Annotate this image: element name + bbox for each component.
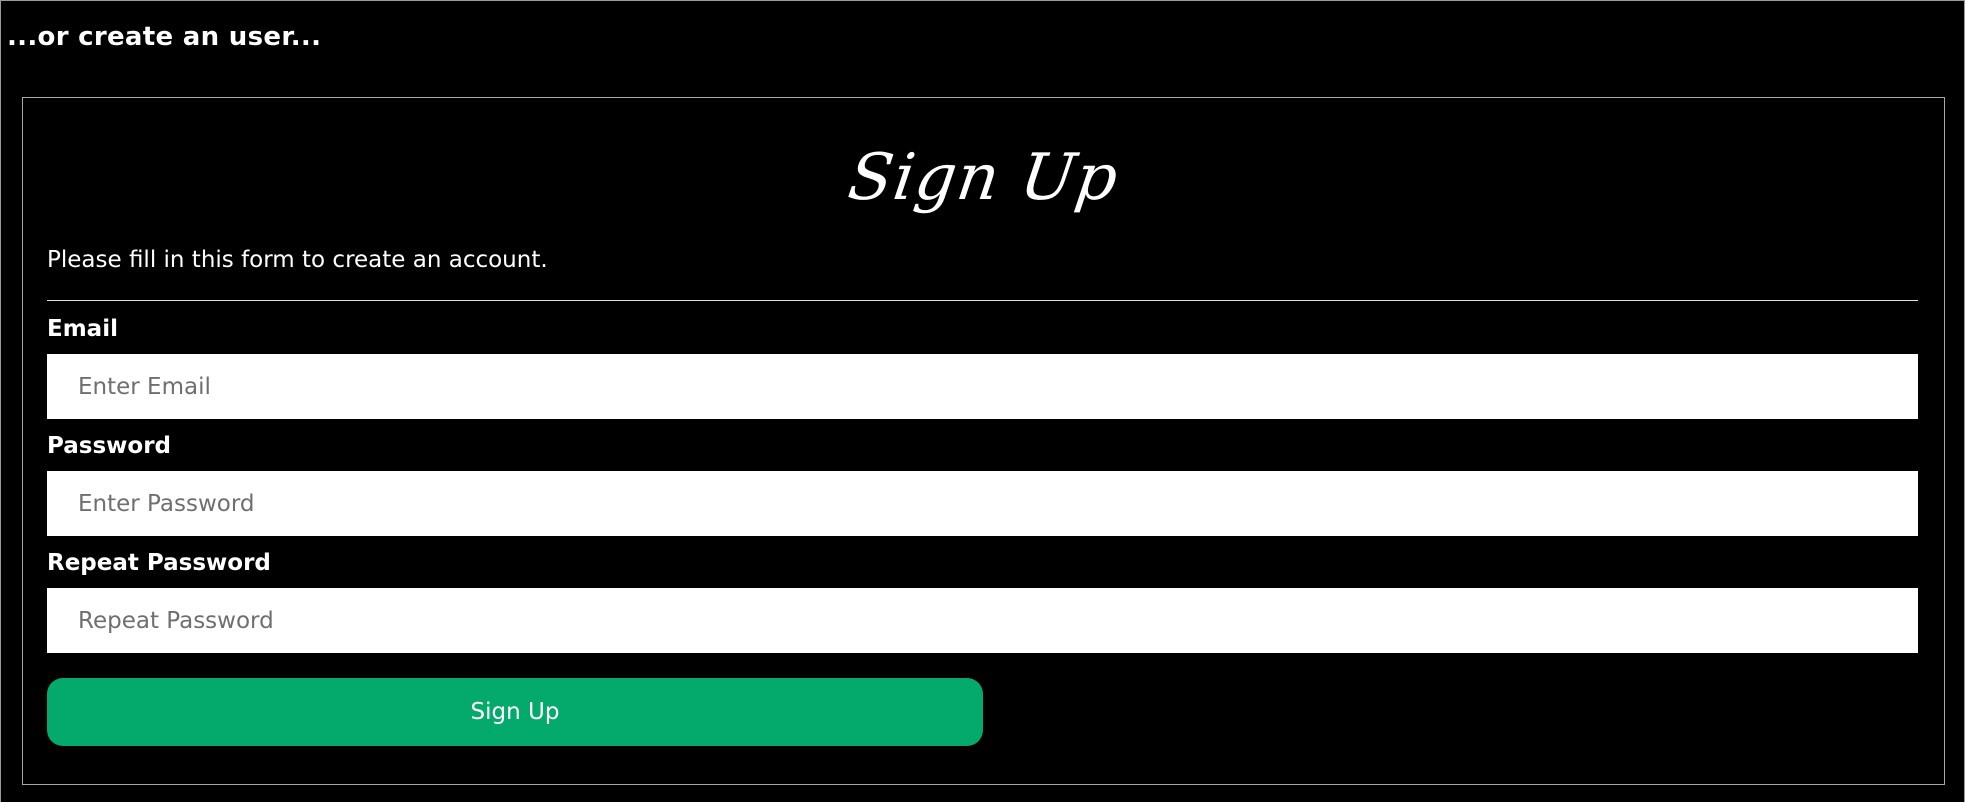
password-field[interactable] xyxy=(47,471,1918,536)
repeat-password-label: Repeat Password xyxy=(47,550,271,576)
form-title: Sign Up xyxy=(843,141,1124,215)
repeat-password-field[interactable] xyxy=(47,588,1918,653)
email-field[interactable] xyxy=(47,354,1918,419)
form-subtitle: Please fill in this form to create an ac… xyxy=(47,247,548,273)
email-label: Email xyxy=(47,316,118,342)
intro-heading: ...or create an user... xyxy=(7,22,322,52)
signup-form: Sign Up Please fill in this form to crea… xyxy=(22,97,1945,785)
divider xyxy=(47,300,1918,301)
signup-button[interactable]: Sign Up xyxy=(47,678,983,746)
password-label: Password xyxy=(47,433,171,459)
